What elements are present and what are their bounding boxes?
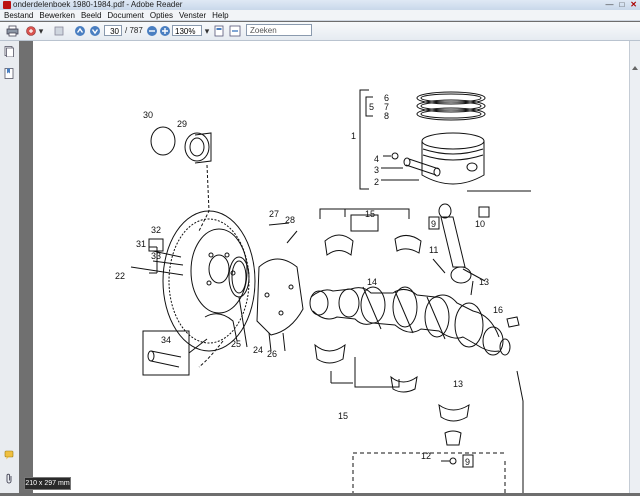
title-bar: onderdelenboek 1980-1984.pdf - Adobe Rea… — [0, 0, 640, 10]
zoom-level-input[interactable]: 130% — [172, 25, 202, 36]
zoom-out-icon[interactable] — [145, 24, 159, 38]
label-15-bottom: 15 — [338, 411, 348, 421]
menu-document[interactable]: Document — [107, 10, 143, 20]
label-8: 8 — [384, 111, 389, 121]
bookmarks-icon[interactable] — [4, 68, 14, 79]
previous-page-icon[interactable] — [73, 24, 87, 38]
fit-width-icon[interactable] — [228, 24, 242, 38]
label-1: 1 — [351, 131, 356, 141]
menu-bar: Bestand Bewerken Beeld Document Opties V… — [0, 10, 640, 21]
window-controls: — □ ✕ — [605, 0, 637, 10]
label-15-top: 15 — [365, 209, 375, 219]
fit-page-icon[interactable] — [212, 24, 226, 38]
minimize-icon[interactable]: — — [605, 0, 613, 10]
label-16: 16 — [493, 305, 503, 315]
label-25: 25 — [231, 339, 241, 349]
maximize-icon[interactable]: □ — [619, 0, 624, 10]
menu-bestand[interactable]: Bestand — [4, 10, 33, 20]
label-12: 12 — [421, 451, 431, 461]
label-27: 27 — [269, 209, 279, 219]
search-input[interactable]: Zoeken — [246, 24, 312, 36]
menu-opties[interactable]: Opties — [150, 10, 173, 20]
document-area[interactable]: 6 7 8 5 1 4 3 2 15 9 10 11 13 14 16 13 1… — [19, 41, 630, 493]
scroll-up-icon[interactable] — [632, 66, 638, 70]
label-32: 32 — [151, 225, 161, 235]
label-24: 24 — [253, 345, 263, 355]
label-26: 26 — [267, 349, 277, 359]
comments-icon[interactable] — [4, 449, 14, 460]
page-size-indicator: 210 x 297 mm — [24, 477, 71, 490]
menu-beeld[interactable]: Beeld — [81, 10, 101, 20]
next-page-icon[interactable] — [88, 24, 102, 38]
menu-venster[interactable]: Venster — [179, 10, 206, 20]
attachments-icon[interactable] — [4, 473, 14, 484]
label-31: 31 — [136, 239, 146, 249]
menu-help[interactable]: Help — [212, 10, 228, 20]
pdf-page: 6 7 8 5 1 4 3 2 15 9 10 11 13 14 16 13 1… — [33, 41, 629, 493]
chevron-down-icon[interactable]: ▾ — [204, 24, 210, 38]
navigation-pane — [0, 41, 20, 493]
label-3: 3 — [374, 165, 379, 175]
label-2: 2 — [374, 177, 379, 187]
label-9-bottom: 9 — [465, 457, 470, 467]
label-22: 22 — [115, 271, 125, 281]
close-icon[interactable]: ✕ — [630, 0, 637, 10]
vertical-scrollbar[interactable] — [629, 41, 640, 493]
menu-bewerken[interactable]: Bewerken — [39, 10, 75, 20]
zoom-in-icon[interactable] — [158, 24, 172, 38]
share-icon[interactable] — [24, 24, 38, 38]
label-9-top: 9 — [431, 219, 436, 229]
hand-tool-icon[interactable] — [52, 24, 66, 38]
adobe-reader-icon — [3, 1, 11, 9]
label-11: 11 — [429, 245, 438, 255]
print-icon[interactable] — [5, 24, 19, 38]
page-thumbnails-icon[interactable] — [4, 46, 14, 58]
label-10: 10 — [475, 219, 485, 229]
label-13-bottom: 13 — [453, 379, 463, 389]
page-total: / 787 — [125, 26, 143, 35]
label-34: 34 — [161, 335, 171, 345]
label-13-top: 13 — [479, 277, 489, 287]
chevron-down-icon[interactable]: ▾ — [38, 24, 44, 38]
label-4: 4 — [374, 154, 379, 164]
label-33: 33 — [151, 251, 161, 261]
engine-parts-diagram: 6 7 8 5 1 4 3 2 15 9 10 11 13 14 16 13 1… — [115, 89, 531, 493]
label-30: 30 — [143, 110, 153, 120]
window-title: onderdelenboek 1980-1984.pdf - Adobe Rea… — [13, 0, 183, 9]
label-14: 14 — [367, 277, 377, 287]
label-29: 29 — [177, 119, 187, 129]
label-28: 28 — [285, 215, 295, 225]
toolbar: ▾ ▾ ▾ — [0, 22, 640, 41]
page-number-input[interactable]: 30 — [104, 25, 122, 36]
label-5: 5 — [369, 102, 374, 112]
